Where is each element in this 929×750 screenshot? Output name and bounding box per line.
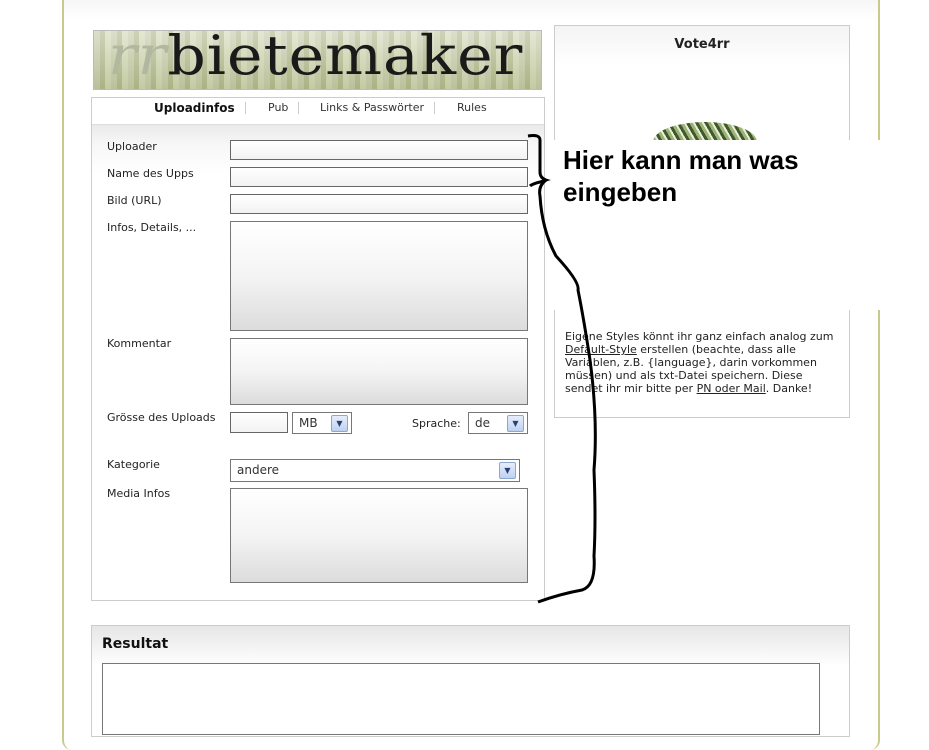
logo-text: rrbietemaker (108, 24, 524, 88)
tab-links-passwoerter[interactable]: Links & Passwörter (310, 102, 436, 114)
kategorie-select[interactable]: andere ▼ (230, 459, 520, 482)
sprache-select-value: de (475, 416, 490, 430)
chevron-down-icon: ▼ (499, 462, 516, 479)
media-textarea[interactable] (230, 488, 528, 583)
media-label: Media Infos (107, 487, 171, 500)
uploader-input[interactable] (230, 140, 528, 160)
chevron-down-icon: ▼ (331, 415, 348, 432)
tab-pub[interactable]: Pub (258, 102, 300, 114)
vote-title: Vote4rr (674, 37, 730, 52)
name-input[interactable] (230, 167, 528, 187)
groesse-label: Grösse des Uploads (107, 411, 216, 424)
kommentar-label: Kommentar (107, 337, 172, 350)
tab-rules[interactable]: Rules (447, 102, 497, 114)
kategorie-select-value: andere (237, 463, 280, 477)
sprache-select[interactable]: de ▼ (468, 412, 528, 434)
bild-url-input[interactable] (230, 194, 528, 214)
groesse-input[interactable] (230, 412, 288, 433)
unit-select-value: MB (299, 416, 318, 430)
infos-textarea[interactable] (230, 221, 528, 331)
name-label: Name des Upps (107, 167, 194, 180)
unit-select[interactable]: MB ▼ (292, 412, 352, 434)
kategorie-label: Kategorie (107, 458, 160, 471)
kommentar-textarea[interactable] (230, 338, 528, 405)
annotation-text: Hier kann man was eingeben (563, 145, 799, 207)
tab-uploadinfos[interactable]: Uploadinfos (144, 102, 246, 114)
default-style-link[interactable]: Default-Style (565, 343, 637, 356)
chevron-down-icon: ▼ (507, 415, 524, 432)
logo[interactable]: rrbietemaker (93, 25, 542, 90)
result-textarea[interactable] (102, 663, 820, 735)
styles-text: Eigene Styles könnt ihr ganz einfach ana… (565, 330, 834, 395)
bild-label: Bild (URL) (107, 194, 162, 207)
uploader-label: Uploader (107, 140, 157, 153)
infos-label: Infos, Details, ... (107, 221, 197, 234)
sprache-label: Sprache: (412, 417, 461, 430)
pn-mail-link[interactable]: PN oder Mail (697, 382, 766, 395)
result-title: Resultat (102, 636, 169, 652)
tab-bar: Uploadinfos Pub Links & Passwörter Rules (92, 98, 544, 125)
